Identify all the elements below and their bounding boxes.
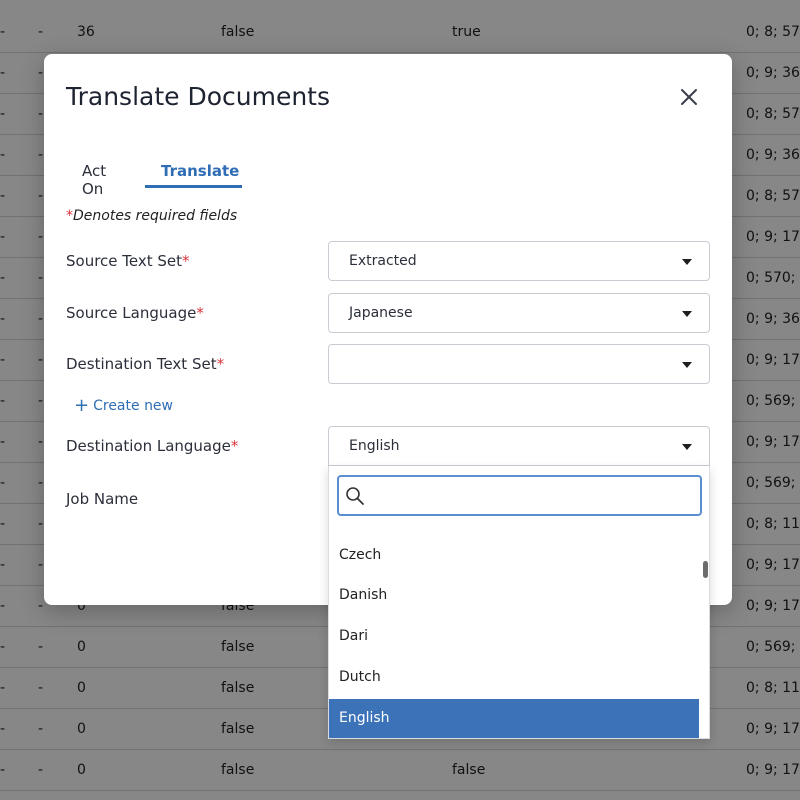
close-icon xyxy=(681,89,697,105)
option-label: Dari xyxy=(339,628,369,644)
dropdown-option-english[interactable]: English xyxy=(329,699,699,738)
required-note-text: Denotes required fields xyxy=(73,208,238,224)
job-name-label: Job Name xyxy=(66,490,139,508)
tab-translate[interactable]: Translate xyxy=(161,162,239,180)
dropdown-scrollbar[interactable] xyxy=(703,561,708,578)
dropdown-option-danish[interactable]: Danish xyxy=(329,576,699,616)
dropdown-search-box[interactable] xyxy=(337,475,702,516)
source-language-label-text: Source Language xyxy=(66,304,197,322)
destination-text-set-label-text: Destination Text Set xyxy=(66,355,217,373)
option-label: Dutch xyxy=(339,669,381,685)
source-language-label: Source Language* xyxy=(66,304,204,322)
destination-text-set-label: Destination Text Set* xyxy=(66,355,224,373)
dropdown-option-dari[interactable]: Dari xyxy=(329,617,699,657)
required-fields-note: *Denotes required fields xyxy=(66,208,237,224)
active-tab-indicator xyxy=(145,185,242,188)
destination-language-select[interactable]: English xyxy=(328,426,710,466)
caret-down-icon xyxy=(682,259,692,265)
option-label: Czech xyxy=(339,547,382,563)
source-text-set-label-text: Source Text Set xyxy=(66,252,183,270)
required-star: * xyxy=(196,304,204,322)
required-star: * xyxy=(230,437,239,455)
required-star: * xyxy=(182,252,190,270)
source-text-set-label: Source Text Set* xyxy=(66,252,190,270)
close-button[interactable] xyxy=(674,82,704,112)
destination-language-label-text: Destination Language xyxy=(66,437,231,455)
dropdown-option-czech[interactable]: Czech xyxy=(329,536,699,576)
destination-language-dropdown: Czech Danish Dari Dutch English xyxy=(328,466,710,739)
create-new-link[interactable]: + Create new xyxy=(74,395,173,416)
required-star: * xyxy=(66,208,73,224)
option-label: English xyxy=(339,710,390,726)
source-text-set-value: Extracted xyxy=(349,253,417,269)
dropdown-option-dutch[interactable]: Dutch xyxy=(329,658,699,698)
modal-title: Translate Documents xyxy=(66,82,331,111)
destination-language-value: English xyxy=(349,438,400,454)
source-language-value: Japanese xyxy=(349,305,413,321)
dropdown-search-input[interactable] xyxy=(369,483,689,509)
destination-text-set-select[interactable] xyxy=(328,344,710,384)
caret-down-icon xyxy=(682,311,692,317)
source-language-select[interactable]: Japanese xyxy=(328,293,710,333)
option-label: Danish xyxy=(339,587,388,603)
destination-language-label: Destination Language* xyxy=(66,437,238,455)
plus-icon: + xyxy=(74,395,90,416)
tab-act-on[interactable]: Act On xyxy=(82,162,106,198)
caret-down-icon xyxy=(682,444,692,450)
source-text-set-select[interactable]: Extracted xyxy=(328,241,710,281)
create-new-label: Create new xyxy=(93,398,173,414)
required-star: * xyxy=(216,355,225,373)
search-icon xyxy=(346,487,364,505)
caret-down-icon xyxy=(682,362,692,368)
